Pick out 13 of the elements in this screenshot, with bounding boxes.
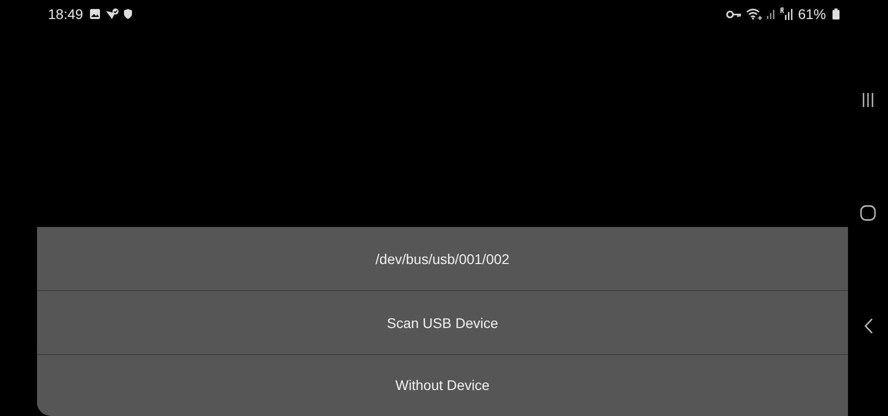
shield-icon [123,8,134,20]
battery-percent: 61% [798,6,826,22]
signal-icon [780,7,794,21]
image-icon [89,8,102,20]
check-icon [105,8,120,20]
home-icon[interactable] [860,205,876,221]
back-icon[interactable] [864,318,872,334]
signal-icon [766,8,776,20]
status-time: 18:49 [48,6,84,22]
battery-icon [832,8,840,20]
wifi-icon [746,8,762,20]
recent-apps-icon[interactable] [862,92,874,108]
key-icon [726,10,742,18]
